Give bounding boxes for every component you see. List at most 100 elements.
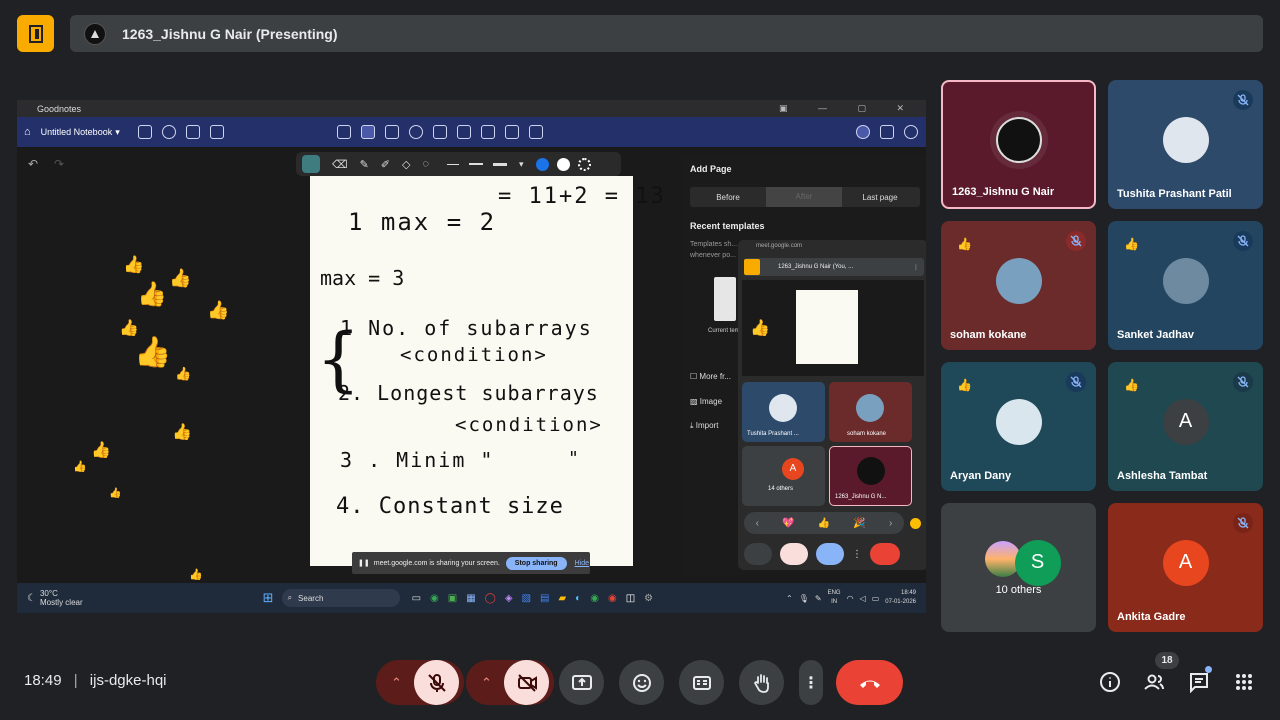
emoji-picker-icon[interactable]: [910, 518, 921, 529]
participant-tile[interactable]: A Ashlesha Tambat 👍: [1108, 362, 1263, 491]
people-button[interactable]: [1142, 670, 1166, 694]
activities-button[interactable]: [1232, 670, 1256, 694]
pen-icon[interactable]: [360, 125, 375, 139]
more-options-button[interactable]: ⋮: [799, 660, 823, 705]
marker-icon[interactable]: ✐: [381, 158, 390, 171]
fountain-pen-icon[interactable]: [302, 155, 320, 173]
more-icon[interactable]: ⋮: [852, 549, 862, 560]
notebook-title[interactable]: Untitled Notebook: [41, 127, 113, 137]
folder-icon[interactable]: ▰: [558, 593, 566, 604]
weather-widget[interactable]: 30°C Mostly clear: [40, 589, 83, 607]
participant-tile[interactable]: Tushita Prashant Patil: [1108, 80, 1263, 209]
redo-icon[interactable]: ↷: [54, 157, 64, 171]
chrome-icon[interactable]: ◉: [430, 593, 439, 604]
add-page-icon[interactable]: [856, 125, 870, 139]
captions-button[interactable]: [679, 660, 724, 705]
calendar-icon[interactable]: ▦: [466, 593, 475, 604]
bookmark-icon[interactable]: [209, 125, 224, 139]
heart-icon[interactable]: 💖: [782, 518, 794, 529]
windows-start-icon[interactable]: ⊞: [263, 590, 274, 606]
meeting-details-button[interactable]: [1098, 670, 1122, 694]
eraser-icon[interactable]: ⌫: [332, 158, 348, 171]
text-icon[interactable]: [384, 125, 399, 139]
raise-hand-button[interactable]: [739, 660, 784, 705]
more-icon[interactable]: ⋮: [913, 264, 919, 271]
thin-stroke-icon[interactable]: [447, 163, 460, 165]
after-option[interactable]: After: [766, 187, 842, 207]
lasso-icon[interactable]: ◌: [422, 158, 429, 170]
last-page-option[interactable]: Last page: [842, 193, 918, 202]
lasso-icon[interactable]: [336, 125, 351, 139]
export-icon[interactable]: [880, 125, 894, 139]
battery-icon[interactable]: ▭: [872, 594, 880, 603]
search-icon[interactable]: [161, 125, 176, 139]
edge-icon[interactable]: ◐: [575, 593, 581, 604]
participant-tile[interactable]: A Ankita Gadre: [1108, 503, 1263, 632]
opera-icon[interactable]: ◯: [485, 593, 496, 604]
meet-pip-window[interactable]: meet.google.com 1263_Jishnu G Nair (You,…: [738, 240, 926, 570]
language-indicator[interactable]: ENG IN: [828, 589, 841, 607]
medium-stroke-icon[interactable]: [469, 163, 484, 165]
home-icon[interactable]: ⌂: [24, 126, 31, 138]
store-icon[interactable]: ▣: [448, 593, 457, 604]
blue-color-swatch[interactable]: [535, 157, 549, 171]
more-from-item[interactable]: ☐ More fr...: [690, 372, 731, 381]
party-icon[interactable]: 🎉: [853, 518, 865, 529]
image-item[interactable]: ▨ Image: [690, 397, 722, 406]
chrome-icon[interactable]: ◉: [590, 593, 599, 604]
reactions-button[interactable]: [619, 660, 664, 705]
elements-icon[interactable]: [456, 125, 471, 139]
present-icon[interactable]: [816, 543, 844, 565]
task-view-icon[interactable]: ▭: [412, 593, 421, 604]
copilot-icon[interactable]: ◈: [505, 593, 513, 604]
camera-off-icon[interactable]: [780, 543, 808, 565]
chrome-icon[interactable]: ◉: [608, 593, 617, 604]
chat-button[interactable]: [1187, 670, 1211, 694]
participant-tile[interactable]: S 10 others: [941, 503, 1096, 632]
stop-sharing-button[interactable]: Stop sharing: [505, 556, 567, 570]
participant-tile[interactable]: Aryan Dany 👍: [941, 362, 1096, 491]
thumbs-up-icon[interactable]: 👍: [818, 518, 830, 529]
notebook-page[interactable]: = 11+2 = 13 1 max = 2 max = 3 1 No. of s…: [310, 176, 664, 566]
sticky-icon[interactable]: [480, 125, 495, 139]
goodnotes-icon[interactable]: ◫: [626, 593, 635, 604]
camera-toggle-button[interactable]: [504, 660, 549, 705]
tray-clock[interactable]: 18:49 07-01-2026: [885, 589, 916, 607]
before-option[interactable]: Before: [690, 193, 766, 202]
white-color-swatch[interactable]: [556, 157, 570, 171]
settings-icon[interactable]: ⚙: [644, 593, 653, 604]
color-picker-icon[interactable]: [577, 157, 591, 171]
participant-tile[interactable]: soham kokane 👍: [941, 221, 1096, 350]
wifi-icon[interactable]: ◠: [847, 594, 854, 603]
chevron-right-icon[interactable]: ›: [889, 518, 892, 529]
image-icon[interactable]: [432, 125, 447, 139]
share-icon[interactable]: [185, 125, 200, 139]
more-icon[interactable]: [904, 125, 918, 139]
laser-icon[interactable]: [504, 125, 519, 139]
pen-app-icon[interactable]: ▧: [522, 593, 531, 604]
chevron-left-icon[interactable]: ‹: [756, 518, 759, 529]
volume-icon[interactable]: ◁: [860, 594, 866, 603]
mic-icon[interactable]: 🎙: [799, 594, 809, 603]
import-item[interactable]: ⤓ Import: [690, 421, 718, 431]
word-icon[interactable]: ▤: [540, 593, 549, 604]
pages-icon[interactable]: [137, 125, 152, 139]
pen-icon[interactable]: ✎: [815, 594, 822, 603]
current-template-thumb[interactable]: [714, 277, 736, 321]
mic-icon[interactable]: [744, 543, 772, 565]
present-screen-button[interactable]: [559, 660, 604, 705]
taskbar-search[interactable]: ⌕ Search: [281, 589, 400, 607]
leave-call-button[interactable]: [836, 660, 903, 705]
meet-logo-button[interactable]: [17, 15, 54, 52]
shape-icon[interactable]: [408, 125, 423, 139]
highlighter-icon[interactable]: ✎: [360, 158, 369, 171]
participant-tile[interactable]: 1263_Jishnu G Nair: [941, 80, 1096, 209]
mic-toggle-button[interactable]: [414, 660, 459, 705]
thick-stroke-icon[interactable]: [493, 162, 508, 166]
shape-icon[interactable]: ◇: [402, 158, 410, 171]
chevron-up-icon[interactable]: ⌃: [786, 594, 793, 603]
chevron-down-icon[interactable]: ▾: [519, 159, 524, 170]
mic-icon[interactable]: [528, 125, 543, 139]
participant-tile[interactable]: Sanket Jadhav 👍: [1108, 221, 1263, 350]
end-call-icon[interactable]: [870, 543, 900, 565]
